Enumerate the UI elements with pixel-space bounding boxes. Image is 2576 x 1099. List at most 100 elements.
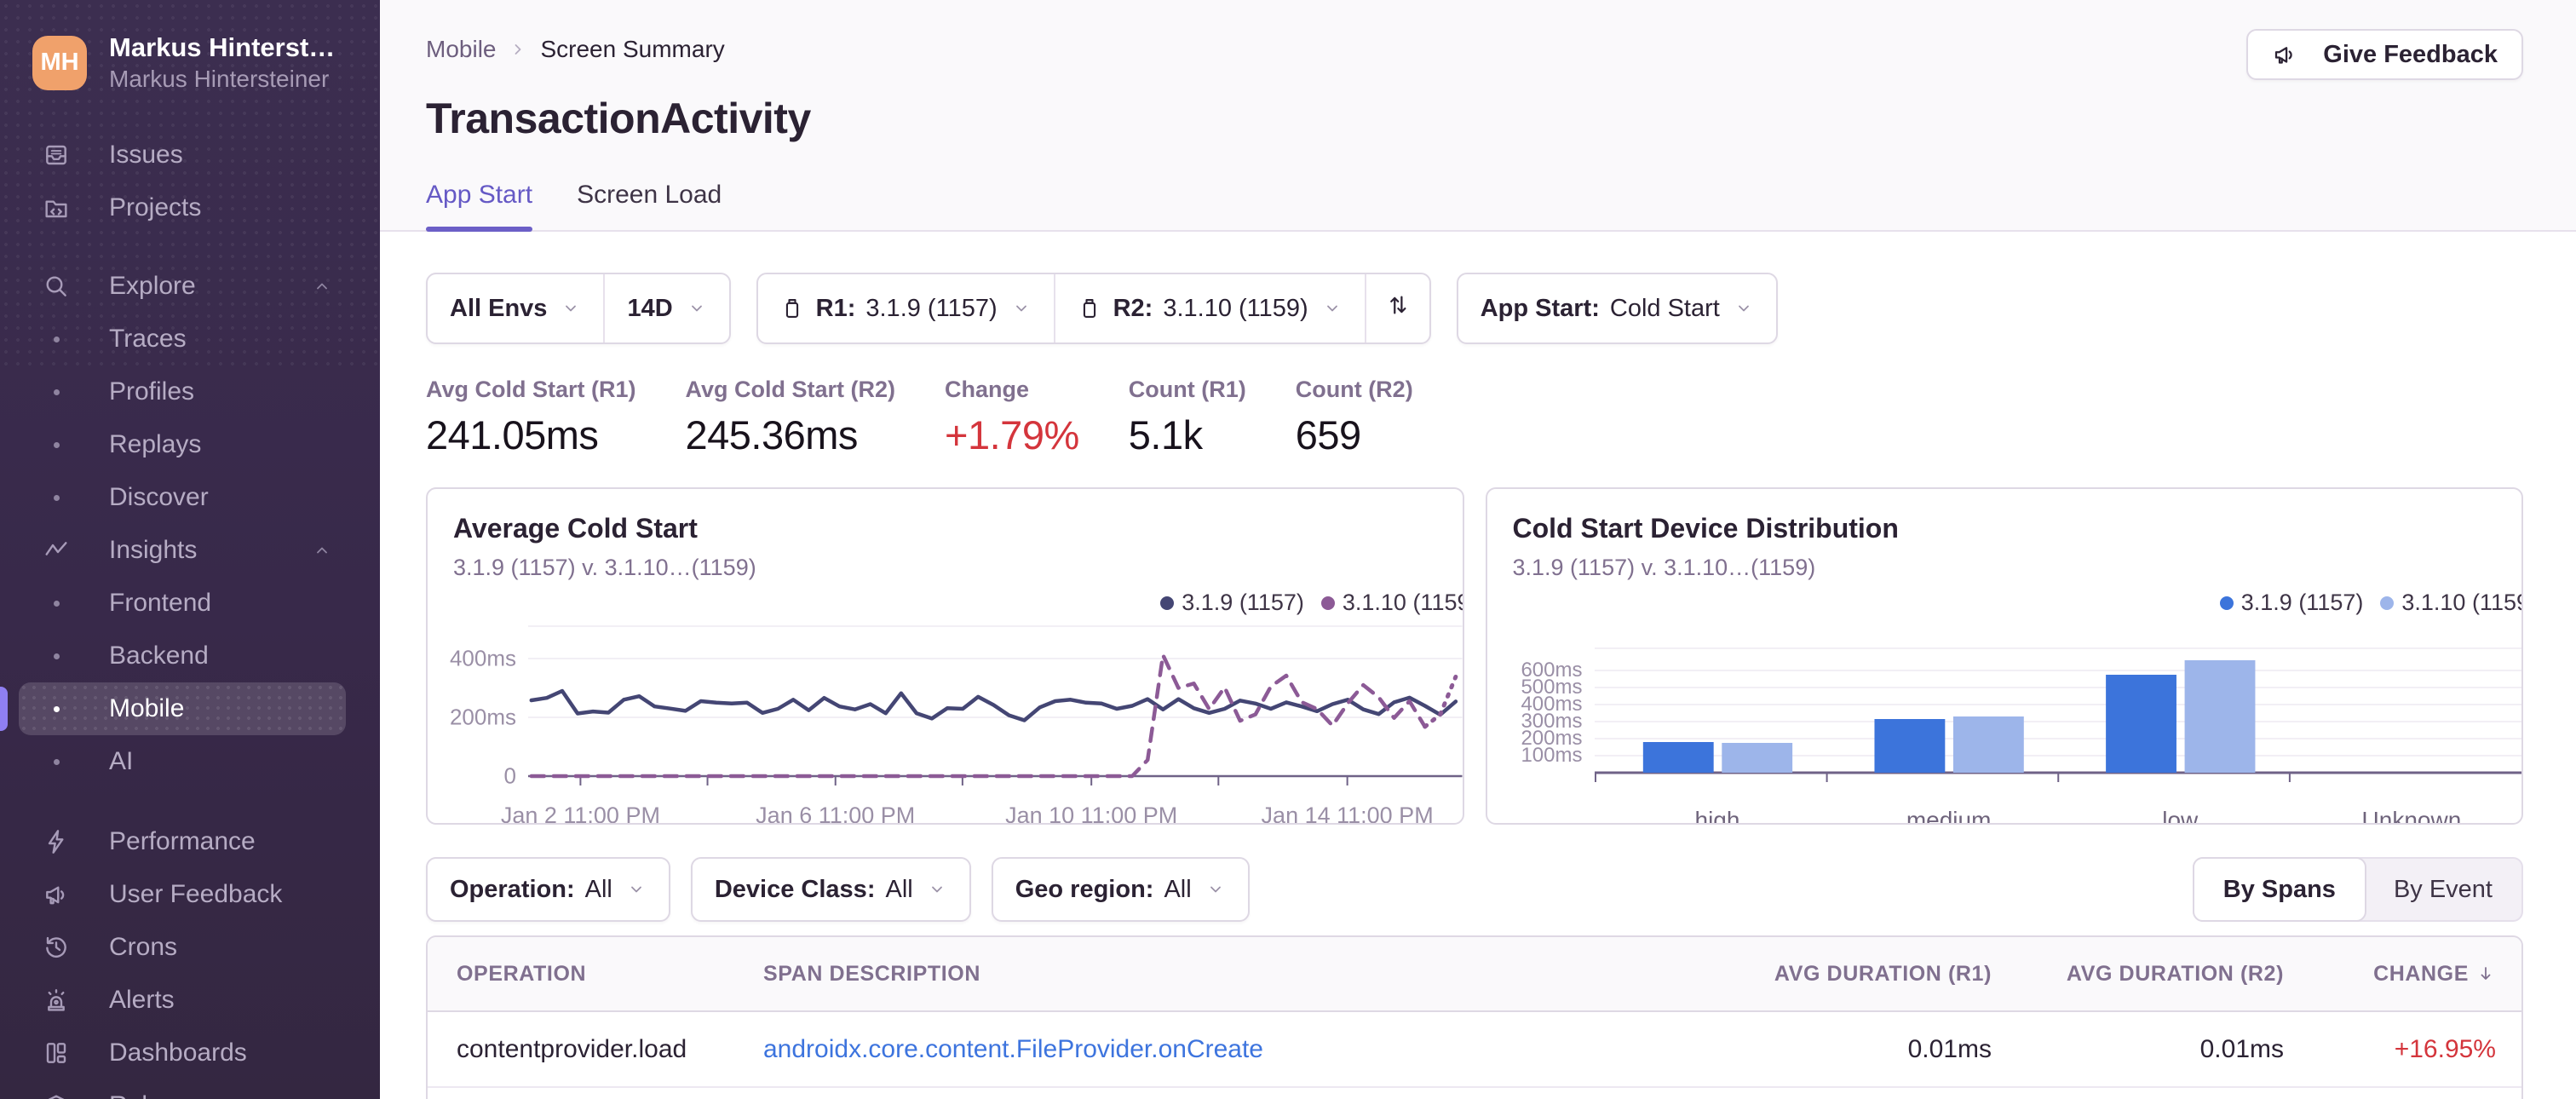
sidebar-item-label: Projects bbox=[109, 193, 202, 222]
x-tick-label: Jan 2 11:00 PM bbox=[500, 803, 660, 825]
bullet-icon bbox=[41, 336, 72, 342]
sidebar-item-alerts[interactable]: Alerts bbox=[19, 974, 346, 1027]
sidebar-item-crons[interactable]: Crons bbox=[19, 921, 346, 974]
bullet-icon bbox=[41, 388, 72, 395]
stat-value: +1.79% bbox=[945, 412, 1079, 457]
sort-descending-icon bbox=[2475, 964, 2496, 984]
sidebar-item-label: AI bbox=[109, 747, 134, 775]
stat-label: Change bbox=[945, 377, 1030, 402]
tab-app-start[interactable]: App Start bbox=[426, 181, 533, 232]
span-filter-bar: Operation: All Device Class: All Geo region:… bbox=[426, 857, 2523, 922]
spans-table: OPERATION SPAN DESCRIPTION AVG DURATION (R… bbox=[426, 935, 2523, 1099]
legend-item[interactable]: 3.1.9 (1157) bbox=[2219, 590, 2364, 616]
performance-icon bbox=[41, 828, 72, 855]
stat-value: 241.05ms bbox=[426, 412, 599, 457]
sidebar-item-backend[interactable]: Backend bbox=[19, 630, 346, 682]
sidebar-item-frontend[interactable]: Frontend bbox=[19, 577, 346, 630]
table-row-partial bbox=[428, 1088, 2521, 1099]
release1-filter[interactable]: R1: 3.1.9 (1157) bbox=[758, 274, 1054, 342]
sidebar-item-traces[interactable]: Traces bbox=[19, 313, 346, 365]
sidebar-item-label: Dashboards bbox=[109, 1039, 247, 1067]
legend-label: 3.1.9 (1157) bbox=[2240, 590, 2364, 615]
stat-avg-cold-start-r2-: Avg Cold Start (R2) 245.36ms bbox=[686, 377, 896, 458]
category-label: high bbox=[1694, 807, 1740, 825]
release-icon bbox=[1078, 296, 1101, 320]
bullet-icon bbox=[41, 494, 72, 501]
date-range-filter[interactable]: 14D bbox=[603, 274, 728, 342]
app-start-type-filter[interactable]: App Start: Cold Start bbox=[1458, 274, 1776, 342]
cold-start-line-chart[interactable] bbox=[528, 619, 1463, 794]
cell-operation: contentprovider.load bbox=[457, 1034, 687, 1063]
sidebar-item-replays[interactable]: Replays bbox=[19, 418, 346, 471]
y-tick-label: 200ms bbox=[449, 704, 516, 730]
app-start-group: App Start: Cold Start bbox=[1456, 273, 1778, 344]
sidebar-item-mobile[interactable]: Mobile bbox=[0, 682, 346, 735]
device-distribution-bar-chart[interactable] bbox=[1595, 619, 2522, 798]
sidebar-item-label: Performance bbox=[109, 827, 256, 855]
y-tick-label: 0 bbox=[503, 762, 516, 789]
sidebar-item-label: Replays bbox=[109, 430, 202, 458]
sidebar-item-profiles[interactable]: Profiles bbox=[19, 365, 346, 418]
span-filters: Operation: All Device Class: All Geo region:… bbox=[426, 857, 1250, 922]
legend-item[interactable]: 3.1.9 (1157) bbox=[1160, 590, 1304, 616]
column-header-avg-duration-r2-[interactable]: AVG DURATION (R2) bbox=[1992, 962, 2284, 987]
line-chart-legend: 3.1.9 (1157) 3.1.10 (1159) bbox=[453, 590, 1463, 616]
stats-row: Avg Cold Start (R1) 241.05ms Avg Cold Star… bbox=[426, 377, 2523, 458]
toggle-by-spans[interactable]: By Spans bbox=[2192, 857, 2366, 922]
breadcrumb-mobile[interactable]: Mobile bbox=[426, 36, 496, 63]
sidebar-item-ai[interactable]: AI bbox=[19, 735, 346, 788]
nav-section-gap bbox=[0, 234, 380, 260]
legend-dot bbox=[2219, 596, 2234, 610]
chart-subtitle: 3.1.9 (1157) v. 3.1.10…(1159) bbox=[453, 555, 756, 580]
sidebar-nav: Issues Projects Explore Traces Profiles Repla… bbox=[0, 129, 380, 1099]
sidebar-item-user-feedback[interactable]: User Feedback bbox=[19, 868, 346, 921]
column-header-change[interactable]: CHANGE bbox=[2284, 962, 2496, 987]
chevron-right-icon bbox=[508, 39, 528, 60]
stat-change: Change +1.79% bbox=[945, 377, 1079, 458]
environment-filter[interactable]: All Envs bbox=[428, 274, 603, 342]
give-feedback-button[interactable]: Give Feedback bbox=[2246, 29, 2523, 80]
geo-region-filter[interactable]: Geo region: All bbox=[991, 857, 1250, 922]
sidebar-item-label: Releases bbox=[109, 1091, 216, 1099]
sidebar-item-projects[interactable]: Projects bbox=[19, 181, 346, 234]
sidebar-item-performance[interactable]: Performance bbox=[19, 815, 346, 868]
user-display-name: Markus Hinterst… bbox=[109, 32, 336, 62]
column-header-avg-duration-r1-[interactable]: AVG DURATION (R1) bbox=[1702, 962, 1992, 987]
device-class-filter[interactable]: Device Class: All bbox=[690, 857, 971, 922]
sidebar-item-issues[interactable]: Issues bbox=[19, 129, 346, 181]
chevron-down-icon bbox=[1322, 298, 1343, 319]
sidebar-item-label: User Feedback bbox=[109, 880, 283, 908]
search-icon bbox=[41, 273, 72, 300]
category-label: Unknown bbox=[2361, 807, 2462, 825]
sidebar-item-releases[interactable]: Releases bbox=[19, 1079, 346, 1099]
sidebar-item-explore[interactable]: Explore bbox=[19, 260, 346, 313]
column-header-span-description[interactable]: SPAN DESCRIPTION bbox=[763, 962, 1702, 987]
sidebar-item-discover[interactable]: Discover bbox=[19, 471, 346, 524]
user-menu[interactable]: MH Markus Hinterst… Markus Hintersteiner bbox=[0, 0, 380, 93]
legend-dot bbox=[2380, 596, 2395, 610]
chevron-down-icon bbox=[1205, 879, 1226, 900]
stat-value: 5.1k bbox=[1128, 412, 1203, 457]
crons-icon bbox=[41, 934, 72, 961]
legend-item[interactable]: 3.1.10 (1159) bbox=[2380, 590, 2521, 616]
category-label: medium bbox=[1906, 807, 1992, 825]
sidebar-item-dashboards[interactable]: Dashboards bbox=[19, 1027, 346, 1079]
bullet-icon bbox=[41, 705, 72, 712]
swap-releases-button[interactable] bbox=[1364, 274, 1429, 342]
toggle-by-event[interactable]: By Event bbox=[2365, 859, 2521, 920]
table-row[interactable]: contentprovider.load androidx.core.conten… bbox=[428, 1012, 2521, 1088]
column-header-operation[interactable]: OPERATION bbox=[457, 962, 763, 987]
release2-filter[interactable]: R2: 3.1.10 (1159) bbox=[1053, 274, 1365, 342]
operation-filter[interactable]: Operation: All bbox=[426, 857, 670, 922]
legend-label: 3.1.9 (1157) bbox=[1182, 590, 1304, 615]
breadcrumb-screen-summary: Screen Summary bbox=[540, 36, 725, 62]
tab-screen-load[interactable]: Screen Load bbox=[577, 181, 722, 230]
charts-row: Average Cold Start 3.1.9 (1157) v. 3.1.1… bbox=[426, 487, 2523, 825]
x-tick-label: Jan 14 11:00 PM bbox=[1261, 803, 1434, 825]
legend-dot bbox=[1320, 596, 1335, 610]
avatar: MH bbox=[32, 35, 87, 90]
legend-item[interactable]: 3.1.10 (1159) bbox=[1320, 590, 1463, 616]
sidebar-item-insights[interactable]: Insights bbox=[19, 524, 346, 577]
span-description-link[interactable]: androidx.core.content.FileProvider.onCre… bbox=[763, 1035, 1263, 1063]
view-toggle: By Spans By Event bbox=[2192, 857, 2523, 922]
